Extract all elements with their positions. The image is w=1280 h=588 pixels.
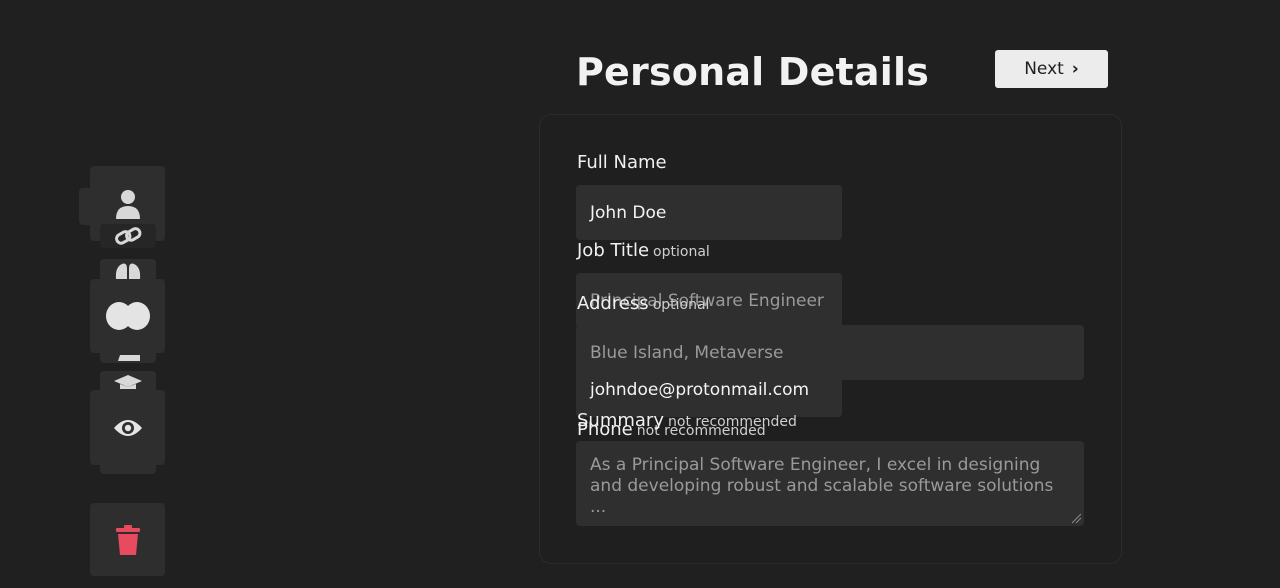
- address-label: Address optional: [577, 293, 710, 314]
- sidebar-item-personal-notch: [79, 188, 93, 225]
- optional-tag: optional: [653, 244, 710, 260]
- address-input[interactable]: Blue Island, Metaverse: [576, 325, 1084, 380]
- person-icon: [115, 189, 140, 219]
- summary-label: Summary not recommended: [577, 410, 797, 431]
- next-button[interactable]: Next ›: [995, 50, 1108, 88]
- eye-icon: [113, 419, 142, 436]
- resize-grip-icon[interactable]: [1070, 512, 1082, 524]
- sidebar-item-interests-tab: [100, 351, 156, 363]
- full-name-input[interactable]: John Doe: [576, 185, 842, 240]
- summary-textarea[interactable]: As a Principal Software Engineer, I exce…: [576, 441, 1084, 526]
- blob-icon: [105, 302, 150, 330]
- brain-icon: [115, 263, 141, 279]
- delete-button[interactable]: [90, 503, 165, 576]
- optional-tag: optional: [652, 297, 710, 313]
- chevron-right-icon: ›: [1071, 58, 1079, 79]
- job-title-label: Job Title optional: [577, 240, 710, 261]
- not-recommended-tag: not recommended: [668, 414, 797, 430]
- sidebar-item-skills[interactable]: [100, 259, 156, 281]
- bar-icon: [118, 355, 140, 361]
- sidebar-item-preview-tab: [100, 463, 156, 474]
- sidebar-item-links[interactable]: [100, 224, 156, 248]
- graduation-cap-icon: [114, 375, 142, 389]
- trash-icon: [115, 524, 140, 555]
- sidebar-item-interests[interactable]: [90, 279, 165, 353]
- full-name-label: Full Name: [577, 152, 667, 173]
- link-icon: [115, 227, 142, 245]
- next-button-label: Next: [1024, 59, 1064, 79]
- page-title: Personal Details: [576, 50, 930, 94]
- resume-editor-page: Personal Details Next › Full Name John D…: [0, 0, 1280, 588]
- sidebar-item-preview[interactable]: [90, 390, 165, 465]
